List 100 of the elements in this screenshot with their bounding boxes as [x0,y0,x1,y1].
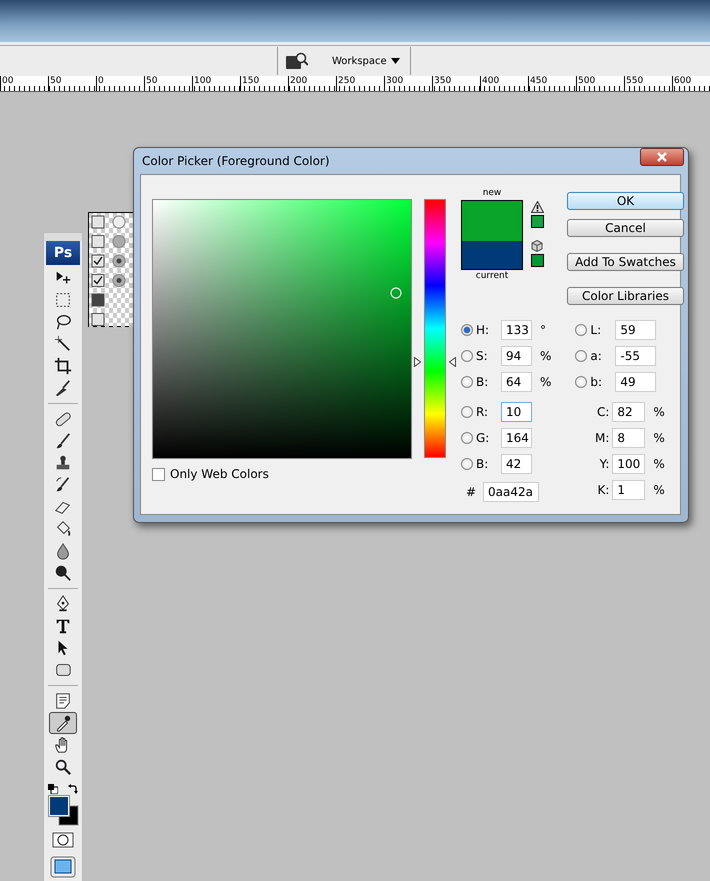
ruler-label: 0 [96,76,144,91]
pen-icon [54,595,72,613]
input-field[interactable]: 164 [501,428,532,448]
ruler-label: 450 [528,76,576,91]
unit-label: ° [540,323,546,337]
crop-icon [54,357,72,375]
picker-ring[interactable] [390,287,402,298]
input-field[interactable]: -55 [615,346,656,366]
input-field[interactable]: 82 [612,402,646,422]
new-color-swatch [462,201,522,241]
app-logo[interactable]: Ps [46,241,80,265]
slider-handle-icon[interactable] [449,356,456,367]
unit-label: % [653,457,665,471]
new-label: new [482,187,502,200]
field-label: K: [596,483,610,497]
zoom-icon [54,758,72,776]
warning-icon [530,201,544,213]
field-label: L: [590,323,602,337]
ruler-label: 350 [432,76,480,91]
ruler-label: 50 [48,76,96,91]
field-label: # [466,485,478,499]
ruler-label: 300 [384,76,432,91]
quick-mask-icon[interactable] [52,832,74,848]
input-field[interactable]: 94 [501,346,532,366]
input-field[interactable]: 64 [501,372,532,392]
current-color-swatch[interactable] [462,241,522,269]
gamut-color-swatch[interactable] [530,215,544,228]
field-label: b: [590,375,604,389]
radio-button[interactable] [461,350,473,362]
radio-button[interactable] [575,324,588,336]
screen-mode-icon[interactable] [50,856,76,878]
default-colors-icon[interactable] [48,784,58,794]
field-label: C: [596,405,610,419]
stamp-icon [54,454,72,472]
ruler-label: 100 [192,76,240,91]
field-label: Y: [598,457,610,471]
magic-wand-icon [54,335,72,353]
web-color-swatch[interactable] [530,254,544,267]
knife-icon [54,379,72,397]
unit-label: % [540,349,552,363]
radio-button[interactable] [461,406,473,418]
field-label: S: [476,349,489,363]
input-field[interactable]: 0aa42a [483,482,539,502]
dodge-icon [54,564,72,582]
ruler-label: 550 [624,76,672,91]
input-field[interactable]: 42 [501,454,532,474]
close-button[interactable] [640,148,684,166]
slider-handle-icon[interactable] [414,356,421,367]
close-icon [656,152,668,162]
input-field[interactable]: 8 [612,428,646,448]
drop-icon [54,542,72,560]
checkbox[interactable] [152,468,165,480]
foreground-color-swatch[interactable] [49,796,69,816]
ruler-label: 250 [336,76,384,91]
input-field[interactable]: 10 [501,402,532,422]
dialog-button[interactable]: Cancel [567,219,684,237]
radio-button[interactable] [461,432,473,444]
input-field[interactable]: 49 [615,372,656,392]
ruler-label: 00 [0,76,48,91]
ruler-label: 200 [288,76,336,91]
unit-label: % [653,431,665,445]
field-label: R: [476,405,490,419]
dialog-button[interactable]: OK [567,192,684,210]
cube-icon [531,240,543,252]
dialog-button[interactable]: Add To Swatches [567,253,684,271]
radio-button[interactable] [461,324,473,336]
eyedropper-icon [54,714,72,732]
field-label: G: [476,431,490,445]
radio-button[interactable] [575,350,588,362]
radio-button[interactable] [461,458,473,470]
ruler-label: 600 [672,76,710,91]
brush-icon [54,432,72,450]
ruler-label: 400 [480,76,528,91]
ruler-label: 50 [144,76,192,91]
input-field[interactable]: 59 [615,320,656,340]
dialog-button[interactable]: Color Libraries [567,287,684,305]
workspace-menu[interactable]: Workspace [322,56,410,66]
caret-icon [390,58,400,64]
radio-button[interactable] [575,376,588,388]
paint-bucket-icon [54,520,72,538]
history-brush-icon [54,476,72,494]
input-field[interactable]: 1 [612,480,646,500]
checkbox-label: Only Web Colors [170,467,269,481]
field-label: a: [590,349,603,363]
input-field[interactable]: 100 [612,454,646,474]
color-field[interactable] [152,199,412,459]
ruler-label: 150 [240,76,288,91]
radio-button[interactable] [461,376,473,388]
current-label: current [476,270,508,283]
field-label: B: [476,457,490,471]
input-field[interactable]: 133 [501,320,532,340]
swap-arrow-icon[interactable] [68,784,78,794]
bridge-icon[interactable] [286,52,308,70]
panel-grip[interactable] [44,233,82,241]
field-label: M: [594,431,610,445]
ruler-label: 500 [576,76,624,91]
field-label: B: [476,375,490,389]
type-icon [54,617,72,635]
tool-button[interactable] [49,712,77,734]
unit-label: % [653,405,665,419]
